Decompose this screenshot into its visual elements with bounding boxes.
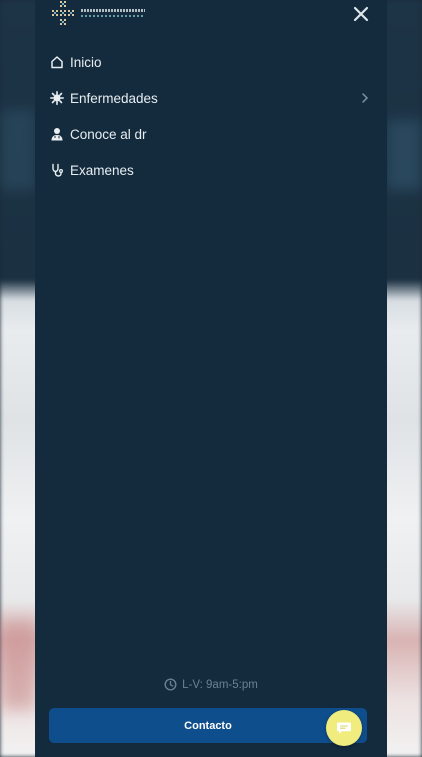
close-icon[interactable] [353,6,369,22]
backdrop-left-shape [0,110,36,190]
logo-cross-icon [52,1,74,25]
doctor-icon [51,128,63,141]
menu-item-label: Inicio [70,54,102,70]
menu-item-label: Enfermedades [70,90,158,106]
chat-button[interactable] [326,710,362,746]
clock-icon [164,678,177,691]
home-icon [51,56,63,69]
navigation-drawer: Inicio Enfermedades Conoce al dr Examene… [35,0,387,757]
menu-item-label: Examenes [70,162,134,178]
chat-icon [337,722,351,734]
logo[interactable] [50,0,146,28]
menu-item-examenes[interactable]: Examenes [50,152,370,188]
stethoscope-icon [52,163,64,177]
backdrop-bottom-shape [0,620,36,710]
logo-wordmark [81,9,145,12]
menu-item-label: Conoce al dr [70,126,147,142]
business-hours: L-V: 9am-5:pm [35,678,387,691]
hours-text: L-V: 9am-5:pm [182,678,258,691]
backdrop-right-shape [386,120,422,190]
logo-tagline [81,15,145,17]
menu-item-conoce-al-dr[interactable]: Conoce al dr [50,116,370,152]
chevron-right-icon[interactable] [360,91,370,105]
virus-icon [50,91,64,105]
main-menu: Inicio Enfermedades Conoce al dr Examene… [50,44,370,188]
contact-button[interactable]: Contacto [49,708,367,743]
menu-item-inicio[interactable]: Inicio [50,44,370,80]
menu-item-enfermedades[interactable]: Enfermedades [50,80,370,116]
